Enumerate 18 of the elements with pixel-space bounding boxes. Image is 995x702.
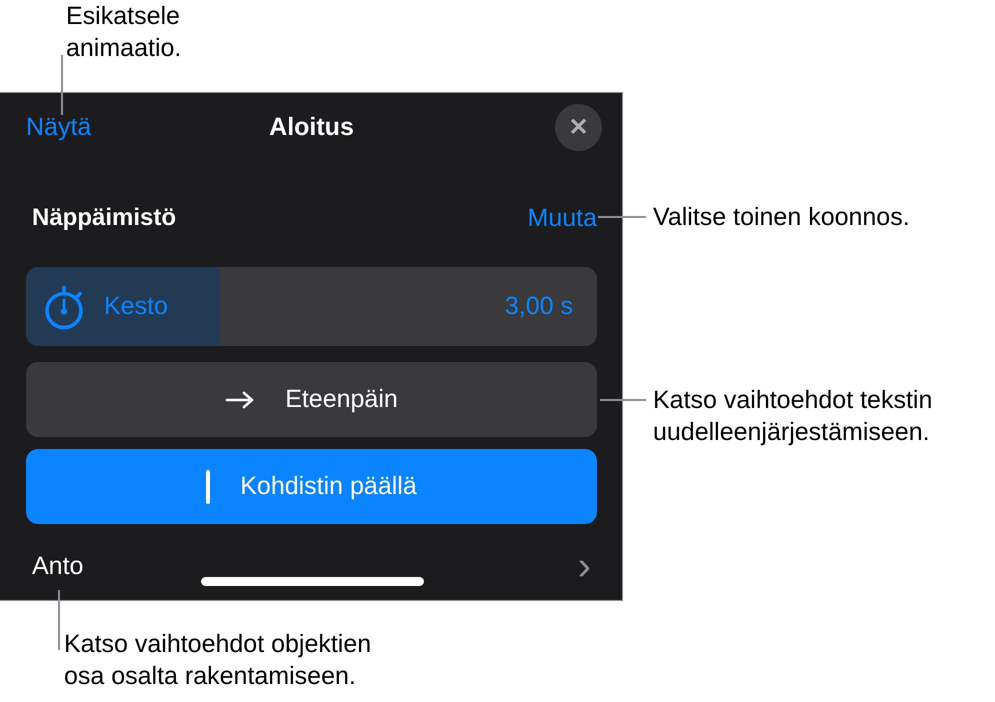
cursor-icon xyxy=(206,470,210,504)
callout-text: Katso vaihtoehdot objektien osa osalta rakentamiseen. xyxy=(64,629,372,692)
callout-text: Esikatsele animaatio. xyxy=(66,1,182,64)
callout-text: Valitse toinen koonnos. xyxy=(653,202,910,233)
chevron-icon: › xyxy=(578,546,591,586)
callout-text: Katso vaihtoehdot tekstin uudelleenjärjestämiseen. xyxy=(653,385,932,448)
option-button[interactable]: Kohdistin päällä xyxy=(26,449,597,524)
arrow-icon xyxy=(225,390,256,410)
close-button[interactable]: ✕ xyxy=(555,104,602,150)
duration-value: 3,00 s xyxy=(504,292,573,321)
duration-slider[interactable]: Kesto 3,00 s xyxy=(26,267,597,346)
option-button[interactable]: Eteenpäin xyxy=(26,362,597,437)
change-button[interactable]: Muuta xyxy=(528,204,597,232)
preview-button[interactable]: Näytä xyxy=(26,112,92,142)
panel-title: Aloitus xyxy=(269,112,354,142)
build-name: Näppäimistö xyxy=(32,204,176,232)
duration-label: Kesto xyxy=(104,292,169,321)
delivery-row[interactable]: Anto xyxy=(32,552,84,580)
